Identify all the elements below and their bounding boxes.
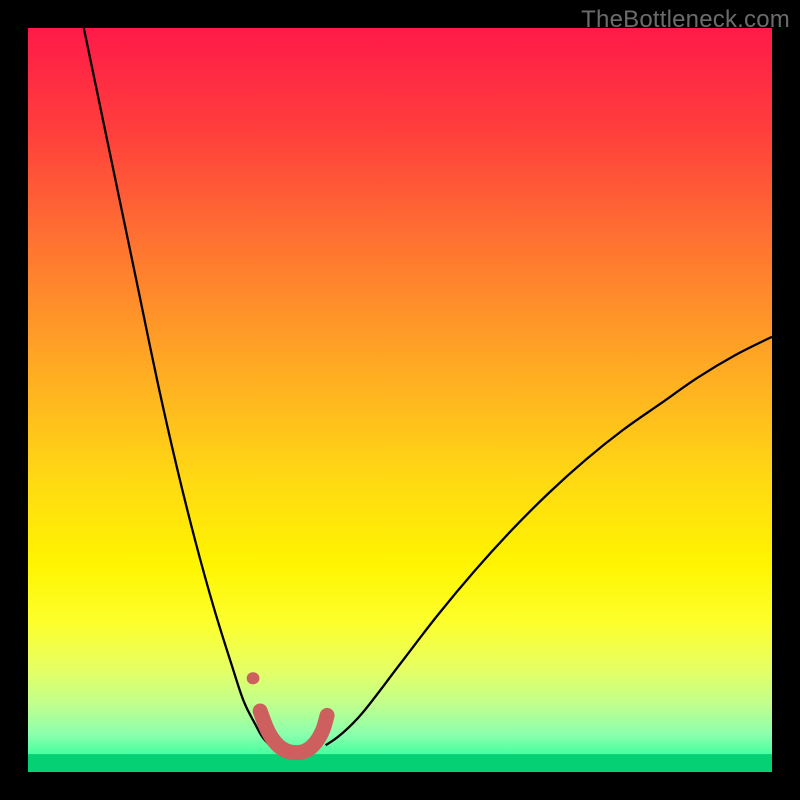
curve-layer xyxy=(28,28,772,772)
green-floor xyxy=(28,754,772,772)
chart-frame: TheBottleneck.com xyxy=(0,0,800,800)
plot-area xyxy=(28,28,772,772)
series-left-arm xyxy=(84,28,270,745)
series-right-arm xyxy=(326,337,772,745)
series-left-marker-thick xyxy=(260,711,327,753)
watermark-text: TheBottleneck.com xyxy=(581,6,790,34)
